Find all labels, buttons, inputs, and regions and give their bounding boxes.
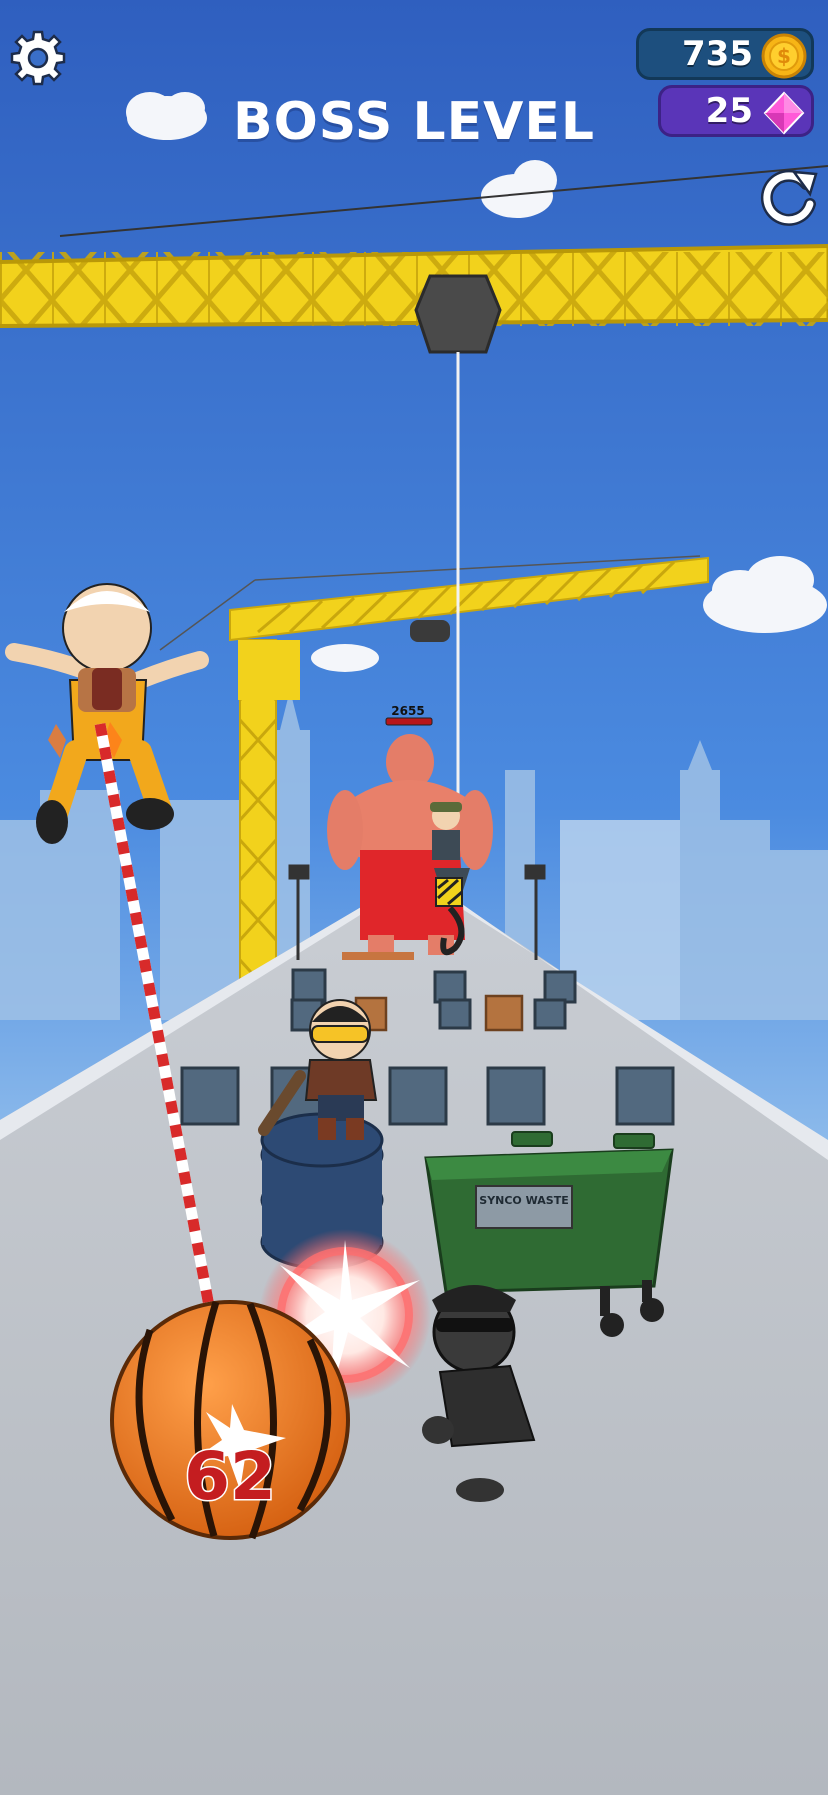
dumpster-label: SYNCO WASTE: [479, 1194, 568, 1207]
settings-button[interactable]: [8, 28, 68, 88]
gem-counter: 25: [658, 85, 814, 137]
coin-icon: $: [761, 33, 807, 79]
game-scene: SYNCO WASTE: [0, 0, 828, 1795]
gear-icon: [10, 30, 66, 86]
gem-count: 25: [705, 91, 753, 131]
svg-text:$: $: [777, 44, 791, 68]
coin-count: 735: [682, 34, 753, 74]
boss-hp-value: 2655: [391, 704, 425, 718]
boss-health-bar: [385, 717, 433, 726]
coin-counter: 735 $: [636, 28, 814, 80]
diamond-icon: [763, 91, 805, 135]
restart-button[interactable]: [756, 164, 822, 230]
ball-count-label: 62: [183, 1437, 278, 1517]
restart-icon: [760, 169, 818, 226]
